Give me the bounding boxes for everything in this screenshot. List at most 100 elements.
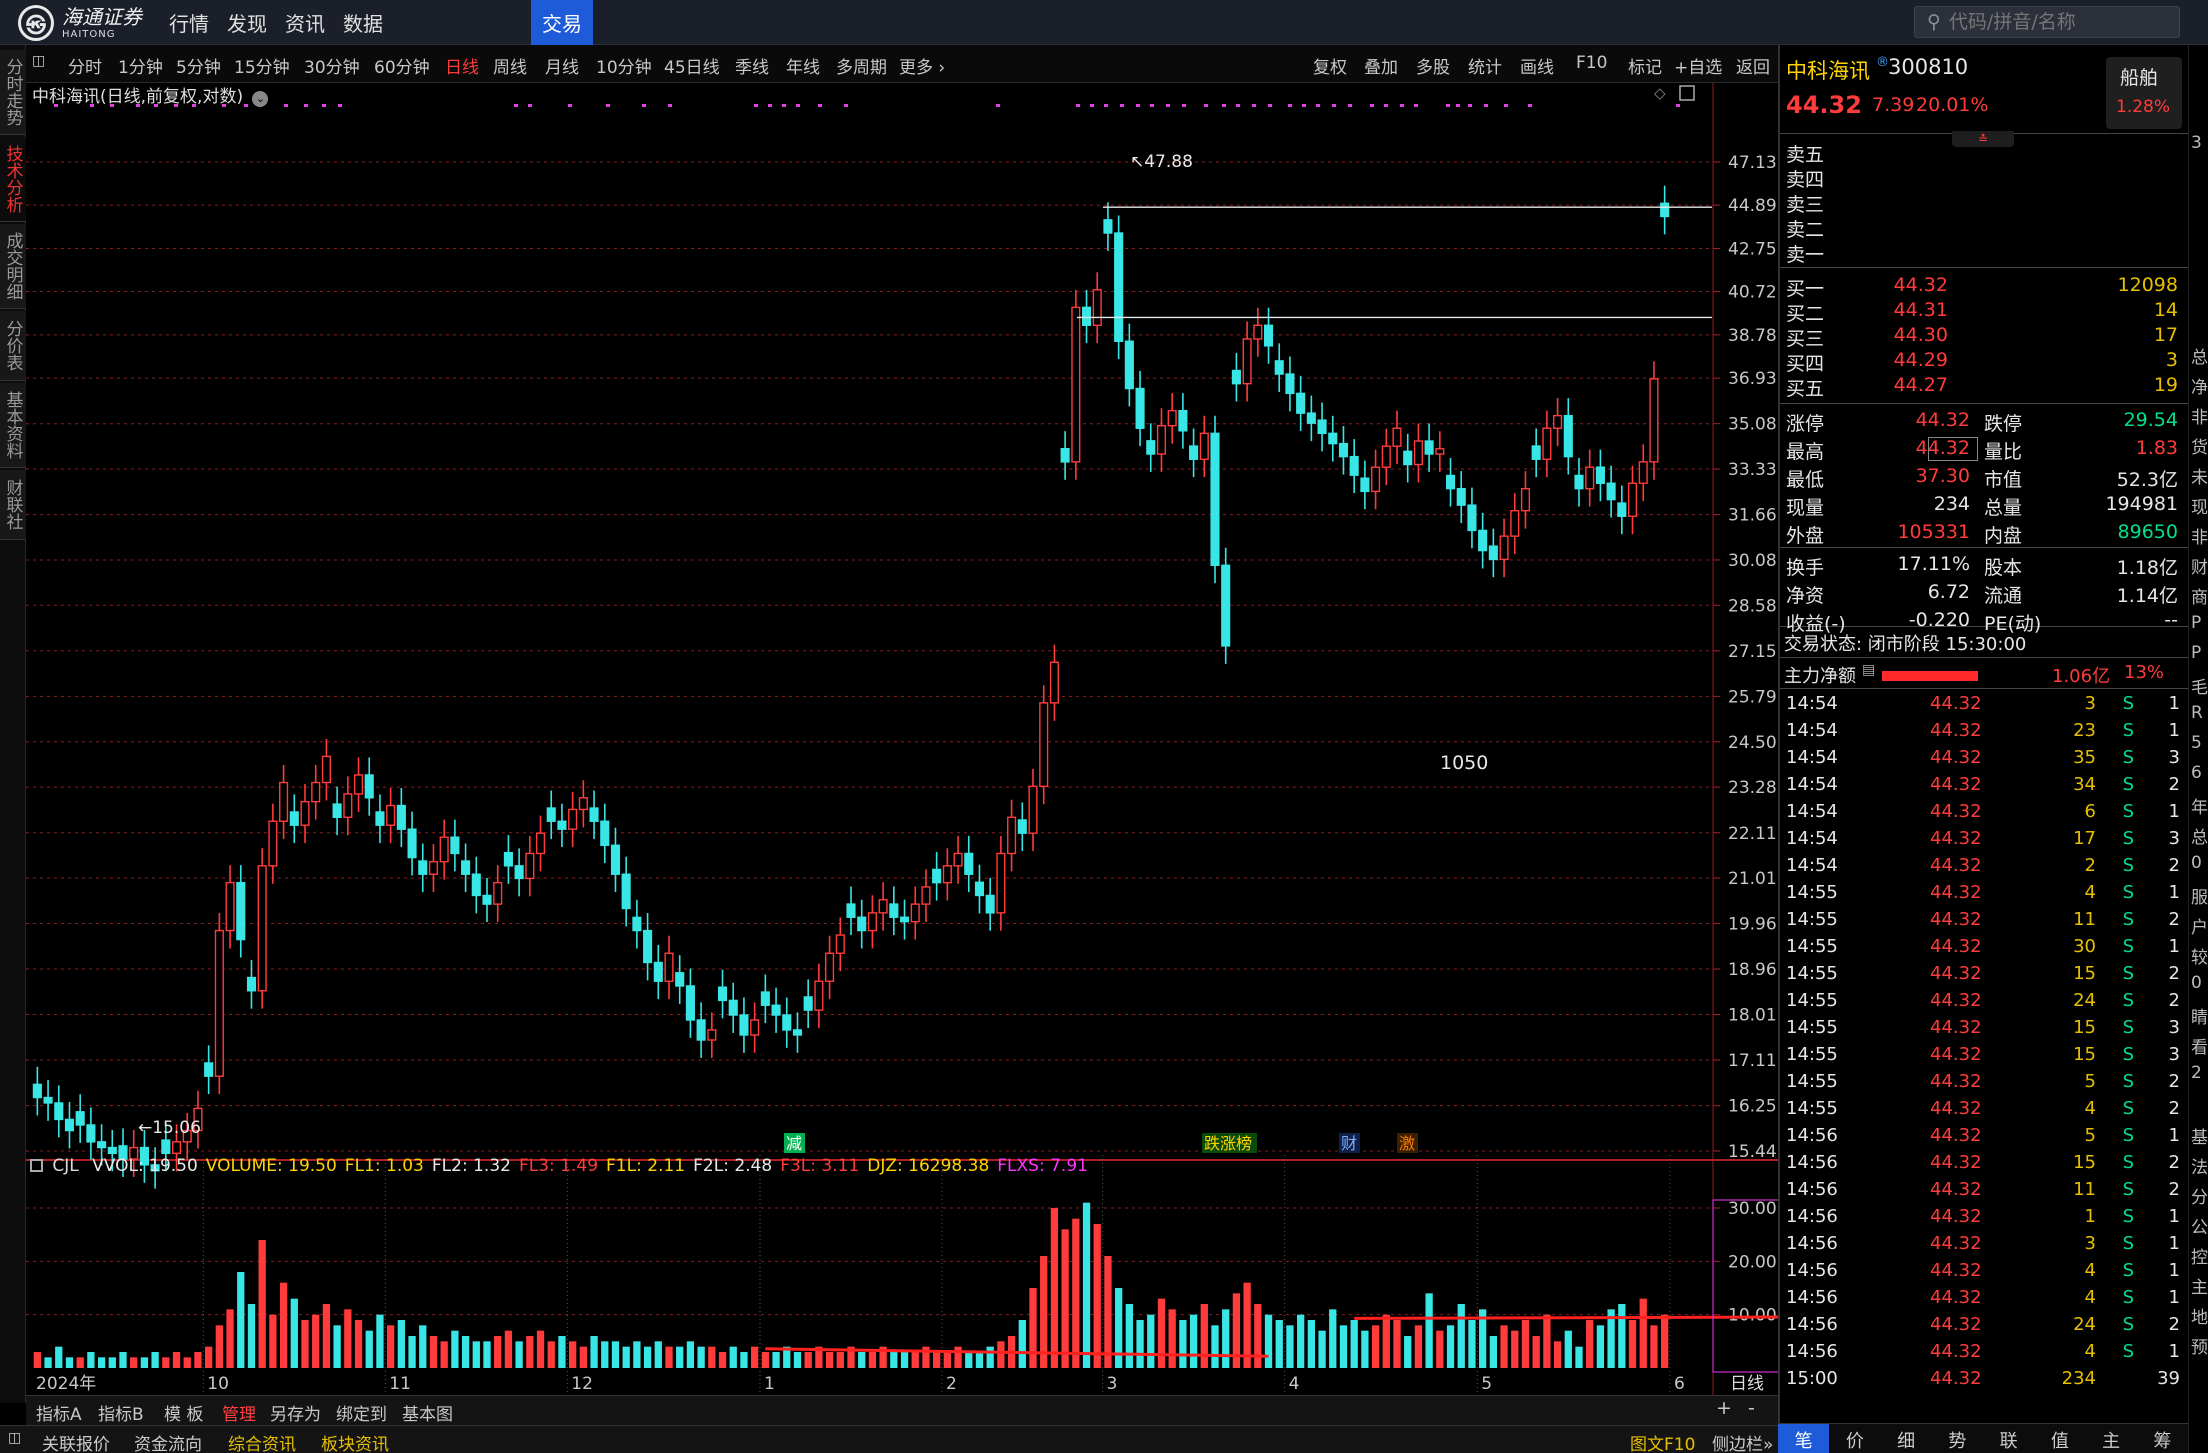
f10-edge-panel[interactable]: 3总净非货未现非财商PP毛R56年总0服户较0睛看2基法分公控主地预 <box>2188 45 2208 1453</box>
tab-lian[interactable]: 联 <box>1983 1424 2034 1453</box>
tab-chou[interactable]: 筹 <box>2137 1424 2188 1453</box>
nav-jiaoyi[interactable]: 交易 <box>531 0 593 45</box>
period-multi[interactable]: 多周期 <box>836 53 887 78</box>
net-flow-value: 1.06亿 <box>2052 666 2111 687</box>
vol-legend-value: 3.11 <box>821 1156 860 1176</box>
period-5min[interactable]: 5分钟 <box>176 53 221 78</box>
period-quarterly[interactable]: 季线 <box>735 53 769 78</box>
vol-panel-icon[interactable] <box>30 1159 43 1172</box>
tab-jibenziliao[interactable]: 基本资料 <box>0 383 26 468</box>
candle-body <box>86 1124 96 1143</box>
tab-fenjiabiao[interactable]: 分价表 <box>0 311 26 381</box>
tab-zhi[interactable]: 值 <box>2034 1424 2085 1453</box>
net-flow-table-icon[interactable]: ▤ <box>1862 662 1875 678</box>
volume-bar <box>761 1352 769 1368</box>
related-quotes-tab[interactable]: 关联报价 <box>42 1430 110 1453</box>
search-input[interactable] <box>1948 11 2149 33</box>
period-60min[interactable]: 60分钟 <box>374 53 430 78</box>
tab-jishufenxi[interactable]: 技术分析 <box>0 137 26 222</box>
template-button[interactable]: 模 板 <box>164 1400 203 1425</box>
vol-legend-item: FL1: 1.03 <box>344 1156 424 1176</box>
period-weekly[interactable]: 周线 <box>493 53 527 78</box>
candle-body <box>386 804 396 826</box>
vol-legend-value: 1.49 <box>560 1156 599 1176</box>
sell-level-label: 卖三 <box>1786 194 1825 216</box>
save-as-button[interactable]: 另存为 <box>270 1400 321 1425</box>
event-marker-dot <box>754 104 758 107</box>
panel-toggle-icon[interactable]: ◫ <box>8 1430 21 1446</box>
chart-title-dropdown-icon[interactable]: ⌄ <box>252 91 269 107</box>
kline-chart[interactable]: 47.13 44.89 42.75 40.72 38.78 36.93 35.08 33.33… <box>26 83 1778 1395</box>
edge-char: R <box>2191 703 2203 723</box>
indicator-toolbar: 指标A 指标B 模 板 管理 另存为 绑定到 基本图 + - <box>26 1395 1778 1425</box>
tool-biaoji[interactable]: 标记 <box>1628 53 1662 78</box>
candle-body <box>578 797 588 811</box>
nav-faxian[interactable]: 发现 <box>218 0 276 45</box>
nav-shuju[interactable]: 数据 <box>334 0 392 45</box>
volume-bar <box>558 1336 566 1368</box>
sector-badge[interactable]: 船舶 1.28% <box>2106 57 2182 129</box>
tool-fuquan[interactable]: 复权 <box>1313 53 1347 78</box>
volume-bar <box>172 1352 181 1368</box>
tool-add-watchlist[interactable]: +自选 <box>1674 53 1722 78</box>
news-tab[interactable]: 综合资讯 <box>228 1430 296 1453</box>
candle-body <box>974 881 985 897</box>
sector-news-tab[interactable]: 板块资讯 <box>321 1430 389 1453</box>
f10-button[interactable]: 图文F10 <box>1630 1430 1695 1453</box>
tab-cailianshe[interactable]: 财联社 <box>0 470 26 540</box>
fund-flow-tab[interactable]: 资金流向 <box>134 1430 202 1453</box>
volume-bar <box>1425 1293 1433 1368</box>
bind-to-button[interactable]: 绑定到 <box>336 1400 387 1425</box>
sell-level-label: 卖一 <box>1786 244 1825 266</box>
period-monthly[interactable]: 月线 <box>545 53 579 78</box>
period-more[interactable]: 更多 › <box>899 53 945 78</box>
candle-body <box>1049 661 1059 704</box>
zoom-out-button[interactable]: - <box>1748 1397 1755 1419</box>
indicator-b-button[interactable]: 指标B <box>98 1400 144 1425</box>
tab-xi[interactable]: 细 <box>1881 1424 1932 1453</box>
tick-flag: S <box>2122 1017 2134 1038</box>
volume-bar <box>494 1336 502 1368</box>
edge-char: 0 <box>2191 853 2202 873</box>
tool-tongji[interactable]: 统计 <box>1468 53 1502 78</box>
zoom-in-button[interactable]: + <box>1716 1397 1732 1419</box>
manage-button[interactable]: 管理 <box>222 1400 256 1425</box>
collapse-chevron-icon[interactable]: ≛ <box>1952 131 2014 147</box>
sidebar-toggle-icon[interactable]: ◫ <box>32 53 45 69</box>
period-fenshi[interactable]: 分时 <box>68 53 102 78</box>
price-tick-label: 25.79 <box>1728 687 1777 707</box>
period-45day[interactable]: 45日线 <box>664 53 720 78</box>
tab-jia[interactable]: 价 <box>1829 1424 1880 1453</box>
tab-chengjiaomingxi[interactable]: 成交明细 <box>0 224 26 309</box>
tool-f10[interactable]: F10 <box>1576 53 1607 73</box>
period-30min[interactable]: 30分钟 <box>304 53 360 78</box>
nav-zixun[interactable]: 资讯 <box>276 0 334 45</box>
tab-bi[interactable]: 笔 <box>1778 1424 1830 1453</box>
tick-price: 44.32 <box>1930 1233 1982 1254</box>
period-15min[interactable]: 15分钟 <box>234 53 290 78</box>
period-yearly[interactable]: 年线 <box>786 53 820 78</box>
tool-huaxian[interactable]: 画线 <box>1520 53 1554 78</box>
price-tick-label: 27.15 <box>1728 642 1777 662</box>
edge-char: 总 <box>2191 828 2208 848</box>
nav-hangqing[interactable]: 行情 <box>160 0 218 45</box>
tab-fenshi[interactable]: 分时走势 <box>0 50 26 135</box>
tab-shi[interactable]: 势 <box>1932 1424 1983 1453</box>
tick-count: 2 <box>2168 1314 2180 1335</box>
sidebar-button[interactable]: 侧边栏» <box>1712 1430 1773 1453</box>
tick-count: 1 <box>2168 1125 2180 1146</box>
tick-price: 44.32 <box>1930 828 1982 849</box>
basic-chart-button[interactable]: 基本图 <box>402 1400 453 1425</box>
tool-diejia[interactable]: 叠加 <box>1364 53 1398 78</box>
indicator-a-button[interactable]: 指标A <box>36 1400 82 1425</box>
tab-zhu[interactable]: 主 <box>2086 1424 2137 1453</box>
candle-body <box>268 820 278 867</box>
period-1min[interactable]: 1分钟 <box>118 53 163 78</box>
tool-duogu[interactable]: 多股 <box>1416 53 1450 78</box>
search-box[interactable]: ⚲ <box>1914 6 2180 38</box>
period-daily[interactable]: 日线 <box>445 53 479 78</box>
vol-indicator-name[interactable]: CJL <box>52 1156 78 1176</box>
period-10min[interactable]: 10分钟 <box>596 53 652 78</box>
volume-bar <box>1586 1320 1594 1368</box>
tool-back[interactable]: 返回 <box>1736 53 1770 78</box>
